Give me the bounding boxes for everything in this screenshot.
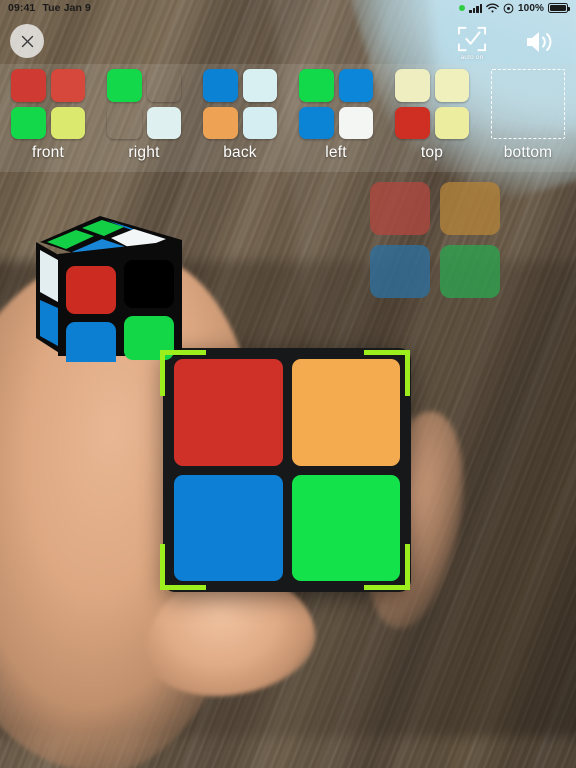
face-grid-back: [203, 69, 277, 139]
auto-scan-label: auto on: [460, 54, 484, 61]
sticker: [147, 69, 182, 102]
sticker: [203, 69, 238, 102]
face-slot-left[interactable]: left: [288, 64, 384, 172]
sticker: [203, 106, 238, 139]
scan-corner-bottom-right: [364, 544, 410, 590]
sticker: [107, 69, 142, 102]
sticker: [434, 69, 469, 102]
face-slot-back[interactable]: back: [192, 64, 288, 172]
sticker: [11, 69, 46, 102]
auto-scan-toggle[interactable]: auto on: [446, 21, 498, 65]
sticker: [395, 69, 430, 102]
sticker: [299, 69, 334, 102]
face-slot-bottom[interactable]: bottom: [480, 64, 576, 172]
sticker: [242, 69, 277, 102]
scan-corner-bottom-left: [160, 544, 206, 590]
cellular-signal-icon: [469, 3, 483, 13]
sticker: [50, 69, 85, 102]
face-grid-top: [395, 69, 469, 139]
sticker: [50, 106, 85, 139]
status-bar: 09:41 Tue Jan 9 100%: [0, 0, 576, 16]
scan-check-icon: [458, 26, 486, 52]
face-slot-front[interactable]: front: [0, 64, 96, 172]
cube-3d-preview[interactable]: [14, 196, 186, 362]
wifi-icon: [486, 3, 499, 13]
detected-swatch-4: [440, 245, 500, 298]
face-label-top: top: [420, 144, 444, 161]
speaker-on-icon: [527, 32, 552, 52]
scan-corner-top-left: [160, 350, 206, 396]
status-time: 09:41: [8, 2, 36, 14]
sound-toggle-button[interactable]: [516, 24, 562, 60]
preview-front-facelet: [66, 266, 116, 314]
camera-scanner-screen: front right back left top bottom auto on 09:4: [0, 0, 576, 768]
scanned-faces-panel: front right back left top bottom: [0, 64, 576, 172]
face-label-right: right: [128, 144, 160, 161]
location-arrow-icon: [503, 3, 514, 13]
top-toolbar: auto on: [0, 18, 576, 64]
sticker: [146, 106, 181, 139]
face-label-front: front: [31, 144, 64, 161]
sticker: [242, 106, 277, 139]
face-grid-front: [11, 69, 85, 139]
sticker: [395, 106, 430, 139]
face-grid-left: [299, 69, 373, 139]
face-label-left: left: [325, 144, 347, 161]
close-icon: [21, 35, 33, 47]
battery-icon: [548, 3, 571, 13]
face-label-back: back: [223, 144, 257, 161]
face-slot-right[interactable]: right: [96, 64, 192, 172]
sticker: [107, 107, 142, 140]
face-grid-bottom: [491, 69, 565, 139]
sticker: [11, 106, 46, 139]
face-label-bottom: bottom: [503, 144, 553, 161]
face-slot-top[interactable]: top: [384, 64, 480, 172]
scan-corner-top-right: [364, 350, 410, 396]
battery-percent-label: 100%: [518, 2, 544, 14]
status-date: Tue Jan 9: [42, 2, 91, 14]
scan-target-frame: [160, 350, 410, 590]
face-grid-right: [107, 69, 181, 139]
recording-indicator-icon: [459, 5, 466, 11]
sticker: [434, 106, 469, 139]
detected-color-swatches: [370, 182, 500, 298]
preview-front-facelet: [124, 260, 174, 308]
sticker: [299, 106, 334, 139]
detected-swatch-3: [370, 245, 430, 298]
status-bar-right: 100%: [459, 2, 571, 14]
detected-swatch-1: [370, 182, 430, 235]
sticker: [338, 106, 373, 139]
detected-swatch-2: [440, 182, 500, 235]
preview-front-facelet: [66, 322, 116, 362]
sticker: [338, 69, 373, 102]
status-bar-left: 09:41 Tue Jan 9: [8, 2, 91, 14]
close-button[interactable]: [10, 24, 44, 58]
